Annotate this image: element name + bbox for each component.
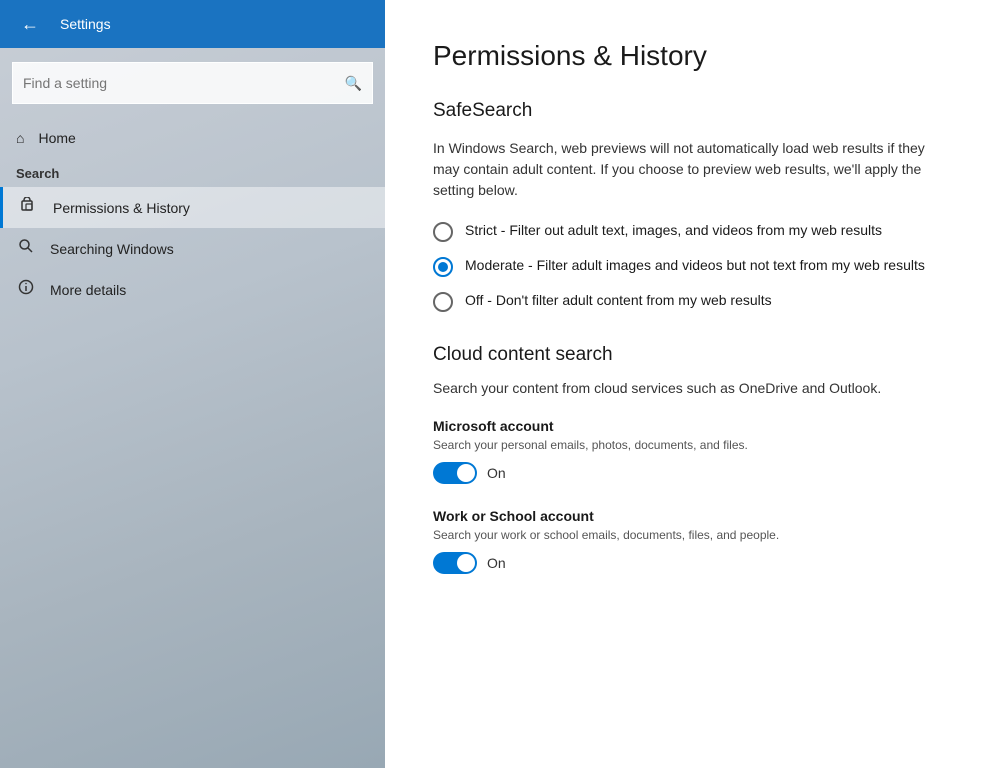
search-container: 🔍 bbox=[0, 48, 385, 118]
radio-moderate[interactable]: Moderate - Filter adult images and video… bbox=[433, 256, 955, 277]
work-account-toggle-label: On bbox=[487, 555, 506, 571]
radio-off-button[interactable] bbox=[433, 292, 453, 312]
radio-strict-button[interactable] bbox=[433, 222, 453, 242]
nav-section-label: Search bbox=[0, 158, 385, 187]
sidebar: ← Settings 🔍 ⌂ Home Search Permissions &… bbox=[0, 0, 385, 768]
radio-moderate-label: Moderate - Filter adult images and video… bbox=[465, 256, 925, 276]
microsoft-account-desc: Search your personal emails, photos, doc… bbox=[433, 438, 955, 452]
sidebar-label-details: More details bbox=[50, 282, 126, 298]
search-icon: 🔍 bbox=[345, 75, 362, 91]
microsoft-account-toggle-knob bbox=[457, 464, 475, 482]
radio-moderate-inner bbox=[438, 262, 448, 272]
work-account-desc: Search your work or school emails, docum… bbox=[433, 528, 955, 542]
radio-strict-label: Strict - Filter out adult text, images, … bbox=[465, 221, 882, 241]
sidebar-item-home[interactable]: ⌂ Home bbox=[0, 118, 385, 158]
back-icon: ← bbox=[21, 14, 39, 35]
search-input[interactable] bbox=[23, 75, 337, 91]
details-icon bbox=[16, 279, 36, 300]
sidebar-label-searching: Searching Windows bbox=[50, 241, 174, 257]
search-icon-button[interactable]: 🔍 bbox=[345, 75, 362, 92]
microsoft-account-section: Microsoft account Search your personal e… bbox=[433, 418, 955, 484]
microsoft-account-name: Microsoft account bbox=[433, 418, 955, 434]
titlebar-title: Settings bbox=[60, 16, 111, 32]
main-content: Permissions & History SafeSearch In Wind… bbox=[385, 0, 1003, 768]
search-box[interactable]: 🔍 bbox=[12, 62, 373, 104]
sidebar-item-searching[interactable]: Searching Windows bbox=[0, 228, 385, 269]
work-account-toggle[interactable] bbox=[433, 552, 477, 574]
page-title: Permissions & History bbox=[433, 40, 955, 72]
microsoft-account-toggle-label: On bbox=[487, 465, 506, 481]
back-button[interactable]: ← bbox=[16, 10, 44, 38]
home-icon: ⌂ bbox=[16, 130, 24, 146]
searching-icon bbox=[16, 238, 36, 259]
work-account-toggle-knob bbox=[457, 554, 475, 572]
permissions-icon bbox=[19, 197, 39, 218]
sidebar-label-permissions: Permissions & History bbox=[53, 200, 190, 216]
safesearch-options: Strict - Filter out adult text, images, … bbox=[433, 221, 955, 312]
sidebar-item-details[interactable]: More details bbox=[0, 269, 385, 310]
radio-off[interactable]: Off - Don't filter adult content from my… bbox=[433, 291, 955, 312]
cloud-title: Cloud content search bbox=[433, 344, 955, 366]
radio-strict[interactable]: Strict - Filter out adult text, images, … bbox=[433, 221, 955, 242]
home-label: Home bbox=[38, 130, 75, 146]
microsoft-account-toggle-row: On bbox=[433, 462, 955, 484]
radio-moderate-button[interactable] bbox=[433, 257, 453, 277]
titlebar: ← Settings bbox=[0, 0, 385, 48]
work-account-toggle-row: On bbox=[433, 552, 955, 574]
safesearch-title: SafeSearch bbox=[433, 100, 955, 122]
sidebar-item-permissions[interactable]: Permissions & History bbox=[0, 187, 385, 228]
radio-off-label: Off - Don't filter adult content from my… bbox=[465, 291, 772, 311]
work-account-name: Work or School account bbox=[433, 508, 955, 524]
work-account-section: Work or School account Search your work … bbox=[433, 508, 955, 574]
microsoft-account-toggle[interactable] bbox=[433, 462, 477, 484]
cloud-content-section: Cloud content search Search your content… bbox=[433, 344, 955, 574]
safesearch-description: In Windows Search, web previews will not… bbox=[433, 138, 955, 201]
cloud-description: Search your content from cloud services … bbox=[433, 380, 955, 396]
